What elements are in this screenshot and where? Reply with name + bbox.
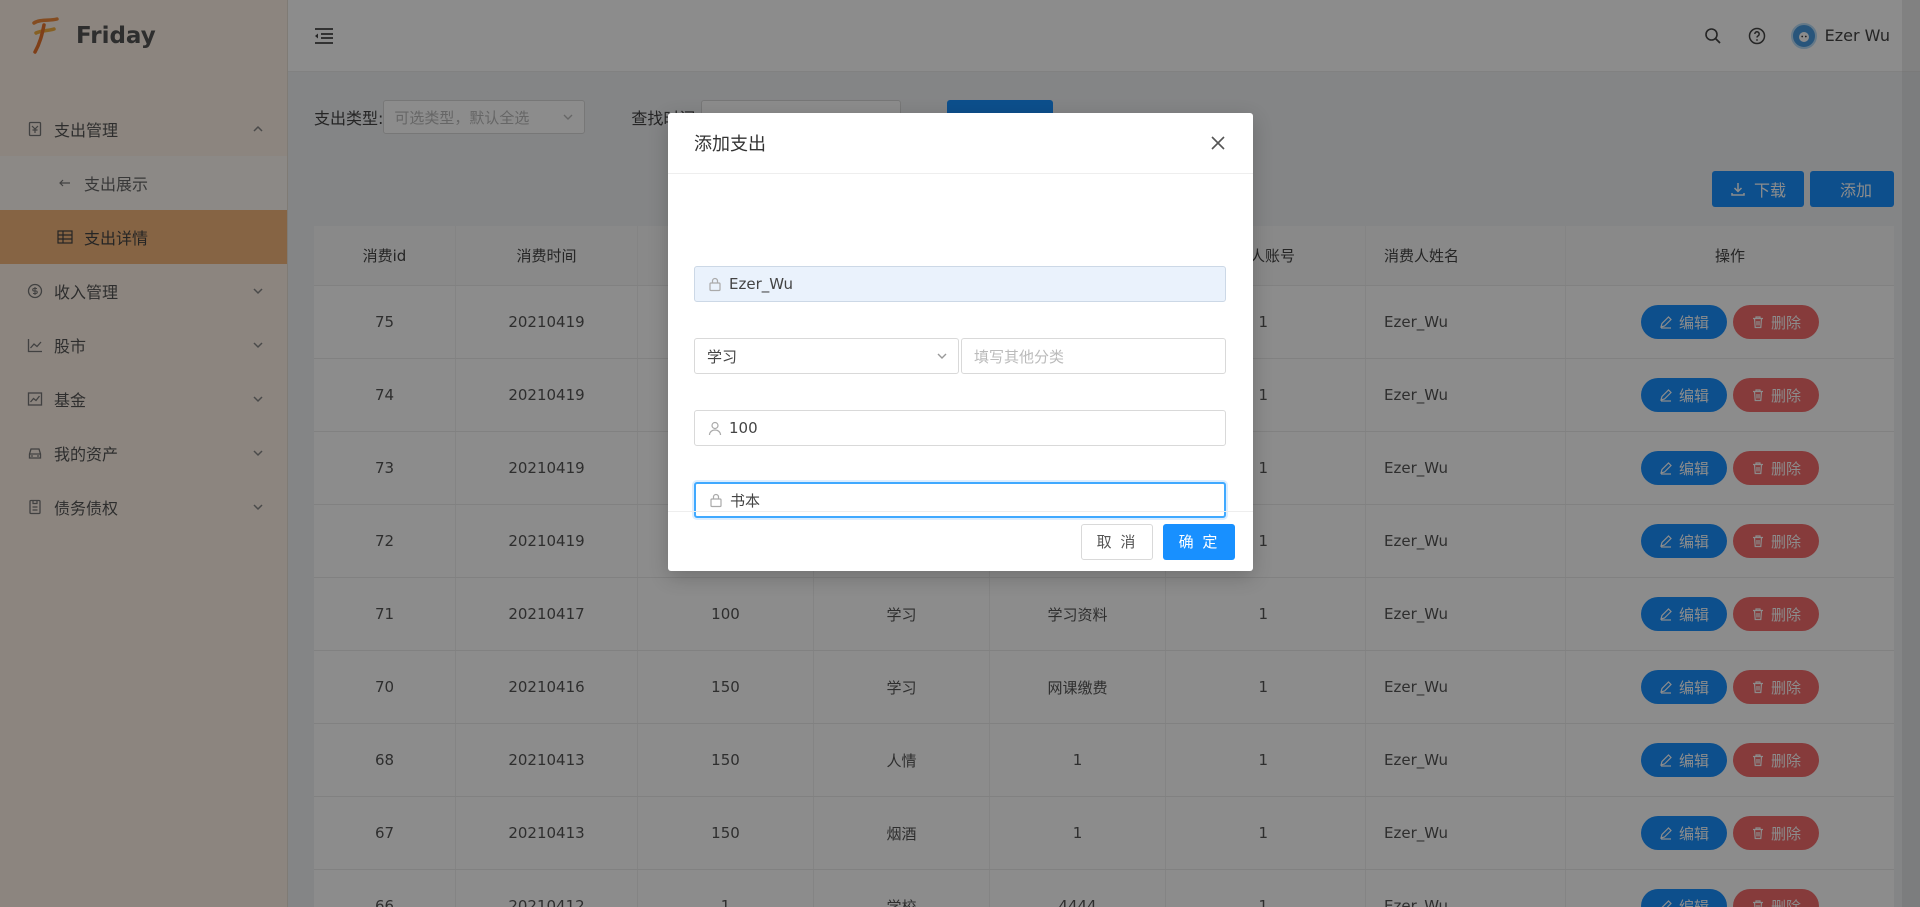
user-value: Ezer_Wu (729, 275, 794, 293)
lock-icon (709, 277, 721, 292)
lock-icon (710, 493, 722, 508)
other-category-input[interactable]: 填写其他分类 (961, 338, 1226, 374)
amount-value: 100 (729, 419, 758, 437)
expense-type-value: 学习 (707, 347, 738, 366)
close-icon[interactable] (1209, 134, 1227, 152)
dialog-title: 添加支出 (694, 134, 766, 155)
expense-type-dropdown[interactable]: 学习 (694, 338, 959, 374)
dialog-footer: 取 消 确 定 (668, 511, 1253, 571)
other-category-placeholder: 填写其他分类 (974, 347, 1065, 366)
add-expense-dialog: 添加支出 Ezer_Wu 学习 填写其他分类 100 书本 取 消 确 定 (668, 113, 1253, 571)
amount-input[interactable]: 100 (694, 410, 1226, 446)
user-icon (708, 421, 722, 436)
chevron-down-icon (937, 353, 947, 359)
confirm-button[interactable]: 确 定 (1163, 523, 1235, 560)
note-value: 书本 (730, 491, 761, 510)
cancel-button[interactable]: 取 消 (1081, 523, 1153, 560)
user-field: Ezer_Wu (694, 266, 1226, 302)
dialog-body: Ezer_Wu 学习 填写其他分类 100 书本 (668, 174, 1253, 518)
dialog-header: 添加支出 (668, 113, 1253, 174)
